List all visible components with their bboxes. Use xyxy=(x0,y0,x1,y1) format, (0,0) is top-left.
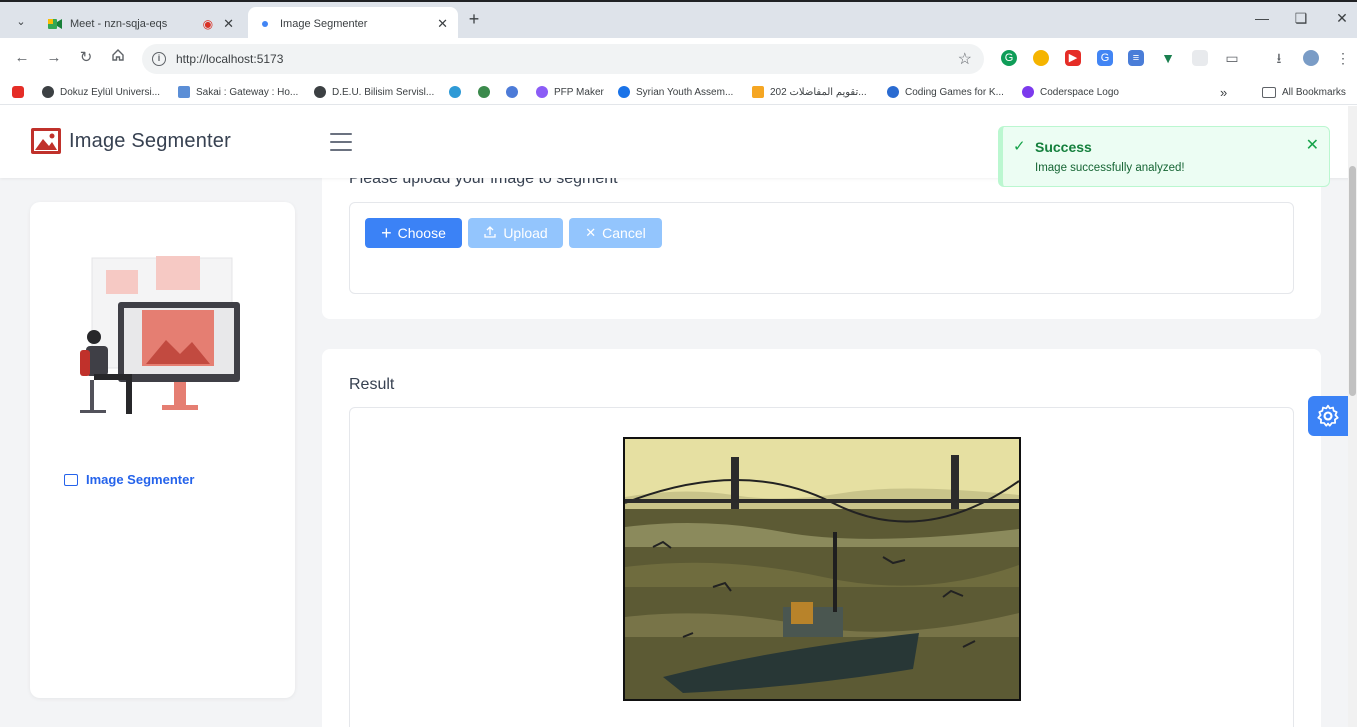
tab-image-segmenter[interactable]: Image Segmenter ✕ xyxy=(248,7,458,40)
coding-games-icon xyxy=(887,86,899,98)
logo-icon xyxy=(31,128,61,154)
tab-title: Image Segmenter xyxy=(280,17,368,30)
plus-icon: + xyxy=(381,223,392,243)
tab-meet[interactable]: Meet - nzn-sqja-eqs ◉ ✕ xyxy=(38,7,244,40)
docs-extension-icon[interactable]: ≡ xyxy=(1128,50,1144,66)
download-icon[interactable]: ⭳ xyxy=(1271,50,1287,66)
upload-button[interactable]: Upload xyxy=(468,218,563,248)
bookmark-item[interactable]: Coderspace Logo xyxy=(1022,84,1119,100)
back-icon[interactable]: ← xyxy=(12,48,32,68)
shield-bookmark-icon[interactable] xyxy=(449,84,461,100)
reload-icon[interactable]: ↻ xyxy=(76,48,96,68)
app-viewport: Image Segmenter ✓ Success Image successf… xyxy=(0,106,1357,727)
extensions-puzzle-icon[interactable]: ▭ xyxy=(1224,50,1240,66)
bookmark-item[interactable]: Dokuz Eylül Universi... xyxy=(42,84,160,100)
cancel-button[interactable]: ✕ Cancel xyxy=(569,218,662,248)
success-toast: ✓ Success Image successfully analyzed! ✕ xyxy=(998,126,1330,187)
site-info-icon[interactable]: i xyxy=(152,52,166,66)
result-card: Result xyxy=(322,349,1321,727)
sidebar-item-image-segmenter[interactable]: Image Segmenter xyxy=(64,472,194,487)
translate-icon[interactable]: G xyxy=(1097,50,1113,66)
globe-icon xyxy=(314,86,326,98)
settings-gear-button[interactable] xyxy=(1308,396,1348,436)
bookmark-item[interactable]: Syrian Youth Assem... xyxy=(618,84,733,100)
new-tab-button[interactable]: + xyxy=(464,10,484,30)
sakai-icon xyxy=(178,86,190,98)
choose-button[interactable]: + Choose xyxy=(365,218,462,248)
google-icon xyxy=(618,86,630,98)
url-text: http://localhost:5173 xyxy=(176,52,284,66)
browser-tab-bar: ⌄ Meet - nzn-sqja-eqs ◉ ✕ Image Segmente… xyxy=(0,0,1357,40)
bookmark-item[interactable]: Sakai : Gateway : Ho... xyxy=(178,84,298,100)
bookmark-item[interactable]: Coding Games for K... xyxy=(887,84,1004,100)
tab-title: Meet - nzn-sqja-eqs xyxy=(70,17,168,30)
extension-placeholder-icon[interactable] xyxy=(1192,50,1208,66)
check-icon: ✓ xyxy=(1013,138,1026,155)
all-bookmarks-button[interactable]: All Bookmarks xyxy=(1262,84,1346,100)
recording-icon: ◉ xyxy=(202,16,214,31)
app-title: Image Segmenter xyxy=(69,130,231,152)
bookmark-item[interactable]: D.E.U. Bilisim Servisl... xyxy=(314,84,434,100)
browser-toolbar: ← → ↻ i http://localhost:5173 ☆ G ▶ G ≡ … xyxy=(0,38,1357,79)
bookmark-star-icon[interactable]: ☆ xyxy=(958,49,972,69)
upload-icon xyxy=(483,225,497,242)
grammarly-icon[interactable]: G xyxy=(1001,50,1017,66)
youtube-bookmark-icon[interactable] xyxy=(12,84,24,100)
forward-icon[interactable]: → xyxy=(44,48,64,68)
image-icon xyxy=(64,473,78,486)
toast-title: Success xyxy=(1035,139,1092,155)
globe-icon xyxy=(42,86,54,98)
close-icon: ✕ xyxy=(585,225,597,240)
scrollbar-thumb[interactable] xyxy=(1349,166,1356,396)
address-bar[interactable]: i http://localhost:5173 ☆ xyxy=(142,44,984,74)
browser-menu-icon[interactable]: ⋮ xyxy=(1335,50,1351,66)
menu-toggle-icon[interactable] xyxy=(330,133,352,151)
page-scrollbar[interactable] xyxy=(1348,106,1357,727)
dot-icon xyxy=(258,17,272,31)
minimize-icon[interactable]: — xyxy=(1252,10,1272,26)
result-container xyxy=(349,407,1294,727)
more-bookmarks-icon[interactable]: » xyxy=(1220,84,1227,100)
illustration-image xyxy=(80,256,240,414)
coderspace-icon xyxy=(1022,86,1034,98)
meet-icon xyxy=(48,17,62,31)
sidebar: Image Segmenter xyxy=(30,202,295,698)
close-window-icon[interactable]: ✕ xyxy=(1332,10,1352,27)
result-title: Result xyxy=(349,376,395,393)
restore-icon[interactable]: ❏ xyxy=(1291,10,1311,27)
vue-devtools-icon[interactable]: ▼ xyxy=(1160,50,1176,66)
youtube-extension-icon[interactable]: ▶ xyxy=(1065,50,1081,66)
bookmarks-bar: Dokuz Eylül Universi... Sakai : Gateway … xyxy=(0,79,1357,105)
pfp-icon xyxy=(536,86,548,98)
sidebar-item-label: Image Segmenter xyxy=(86,472,195,487)
close-tab-icon[interactable]: ✕ xyxy=(223,16,234,32)
file-upload: + Choose Upload ✕ Cancel xyxy=(349,202,1294,294)
gear-icon xyxy=(1317,404,1339,427)
leaf-bookmark-icon[interactable] xyxy=(478,84,490,100)
segmented-image xyxy=(623,437,1021,701)
ttj-bookmark-icon[interactable] xyxy=(506,84,518,100)
bookmark-icon xyxy=(752,86,764,98)
close-tab-icon[interactable]: ✕ xyxy=(437,16,448,32)
tab-search-chevron-icon[interactable]: ⌄ xyxy=(8,8,34,34)
toast-message: Image successfully analyzed! xyxy=(1035,162,1185,174)
cookie-icon[interactable] xyxy=(1033,50,1049,66)
profile-avatar[interactable] xyxy=(1303,50,1319,66)
close-toast-icon[interactable]: ✕ xyxy=(1306,135,1319,155)
folder-icon xyxy=(1262,86,1276,98)
bookmark-item[interactable]: PFP Maker xyxy=(536,84,604,100)
home-icon[interactable] xyxy=(108,48,128,68)
bookmark-item[interactable]: تقويم المفاضلات 202... xyxy=(752,84,867,100)
